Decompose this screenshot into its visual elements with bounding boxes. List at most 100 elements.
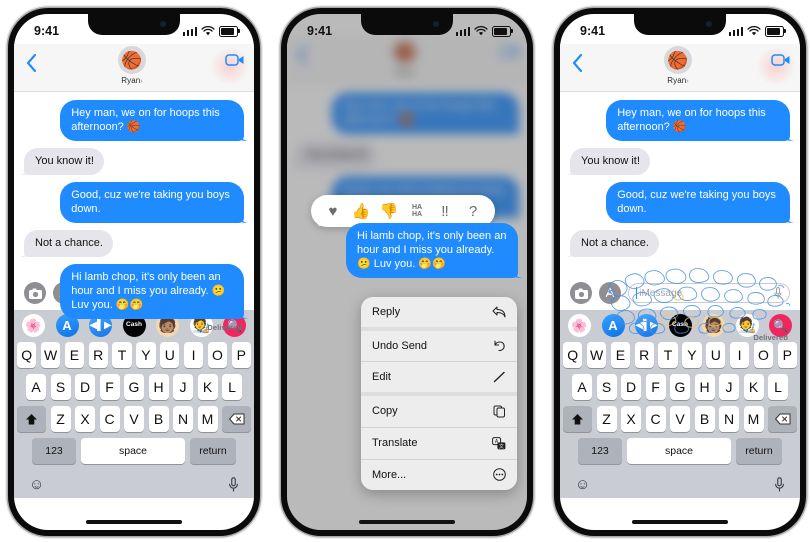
message-bubble-incoming[interactable]: Not a chance. [24, 230, 113, 257]
key-m[interactable]: M [197, 406, 218, 432]
message-row[interactable]: You know it! [24, 148, 244, 175]
context-menu-item-translate[interactable]: Translate A文 [361, 428, 517, 459]
key-d[interactable]: D [621, 374, 641, 400]
key-y[interactable]: Y [136, 342, 156, 368]
message-bubble-incoming[interactable]: You know it! [570, 148, 650, 175]
key-z[interactable]: Z [50, 406, 71, 432]
tapback-thumbs-down[interactable]: 👎 [375, 200, 403, 222]
camera-button[interactable] [570, 282, 592, 304]
key-u[interactable]: U [706, 342, 726, 368]
message-row[interactable]: Not a chance. [24, 230, 244, 257]
message-row[interactable]: Good, cuz we're taking you boys down. [24, 182, 244, 223]
context-menu-item-copy[interactable]: Copy [361, 396, 517, 427]
key-p[interactable]: P [777, 342, 797, 368]
key-a[interactable]: A [572, 374, 592, 400]
key-j[interactable]: J [173, 374, 193, 400]
key-w[interactable]: W [586, 342, 607, 368]
key-d[interactable]: D [75, 374, 95, 400]
key-z[interactable]: Z [596, 406, 617, 432]
key-o[interactable]: O [753, 342, 774, 368]
message-bubble-outgoing[interactable]: Hi lamb chop, it's only been an hour and… [346, 223, 518, 278]
context-menu-item-more[interactable]: More... [361, 459, 517, 490]
key-i[interactable]: I [183, 342, 204, 368]
tapback-thumbs-up[interactable]: 👍 [347, 200, 375, 222]
microphone-icon[interactable] [228, 476, 239, 492]
key-s[interactable]: S [50, 374, 71, 400]
key-b[interactable]: B [148, 406, 169, 432]
microphone-icon[interactable] [774, 476, 785, 492]
backspace-key[interactable] [222, 406, 251, 432]
key-o[interactable]: O [207, 342, 228, 368]
contact-header[interactable]: 🏀 Ryan› [594, 46, 762, 85]
key-q[interactable]: Q [17, 342, 37, 368]
context-menu-item-edit[interactable]: Edit [361, 362, 517, 392]
key-k[interactable]: K [743, 374, 764, 400]
key-x[interactable]: X [75, 406, 95, 432]
numbers-key[interactable]: 123 [32, 438, 76, 464]
key-v[interactable]: V [670, 406, 690, 432]
facetime-button[interactable] [208, 46, 254, 84]
focused-message[interactable]: Hi lamb chop, it's only been an hour and… [346, 223, 518, 278]
message-bubble-incoming[interactable]: You know it! [24, 148, 104, 175]
message-row[interactable]: You know it! [570, 148, 790, 175]
key-i[interactable]: I [729, 342, 750, 368]
key-b[interactable]: B [694, 406, 715, 432]
back-button[interactable] [14, 46, 48, 72]
key-t[interactable]: T [658, 342, 678, 368]
facetime-button[interactable] [754, 46, 800, 84]
space-key[interactable]: space [81, 438, 185, 464]
tapback-question[interactable]: ? [459, 200, 487, 222]
shift-key[interactable] [563, 406, 592, 432]
key-e[interactable]: E [610, 342, 631, 368]
key-r[interactable]: R [88, 342, 108, 368]
key-w[interactable]: W [40, 342, 61, 368]
key-l[interactable]: L [768, 374, 788, 400]
key-c[interactable]: C [99, 406, 120, 432]
return-key[interactable]: return [736, 438, 782, 464]
back-button[interactable] [560, 46, 594, 72]
key-m[interactable]: M [743, 406, 764, 432]
backspace-key[interactable] [768, 406, 797, 432]
key-j[interactable]: J [719, 374, 739, 400]
key-h[interactable]: H [148, 374, 169, 400]
key-f[interactable]: F [645, 374, 666, 400]
key-q[interactable]: Q [563, 342, 583, 368]
key-f[interactable]: F [99, 374, 120, 400]
shift-key[interactable] [17, 406, 46, 432]
key-t[interactable]: T [112, 342, 132, 368]
emoji-smiley-icon[interactable]: ☺ [575, 477, 590, 492]
key-a[interactable]: A [26, 374, 46, 400]
key-g[interactable]: G [670, 374, 690, 400]
message-bubble-outgoing[interactable]: Good, cuz we're taking you boys down. [60, 182, 244, 223]
key-g[interactable]: G [124, 374, 144, 400]
emoji-smiley-icon[interactable]: ☺ [29, 477, 44, 492]
key-y[interactable]: Y [682, 342, 702, 368]
key-u[interactable]: U [160, 342, 180, 368]
key-c[interactable]: C [645, 406, 666, 432]
key-h[interactable]: H [694, 374, 715, 400]
message-bubble-incoming[interactable]: Not a chance. [570, 230, 659, 257]
message-row[interactable]: Hi lamb chop, it's only been an hour and… [24, 264, 244, 319]
tapback-haha[interactable]: HA HA [403, 200, 431, 222]
context-menu-item-undo-send[interactable]: Undo Send [361, 331, 517, 361]
message-row[interactable]: Hey man, we on for hoops this afternoon?… [24, 100, 244, 141]
message-bubble-outgoing[interactable]: Hey man, we on for hoops this afternoon?… [60, 100, 244, 141]
context-menu-item-reply[interactable]: Reply [361, 297, 517, 327]
tapback-exclamation[interactable]: ‼ [431, 200, 459, 222]
key-s[interactable]: S [596, 374, 617, 400]
key-x[interactable]: X [621, 406, 641, 432]
space-key[interactable]: space [627, 438, 731, 464]
return-key[interactable]: return [190, 438, 236, 464]
contact-header[interactable]: 🏀 Ryan› [48, 46, 216, 85]
message-bubble-outgoing[interactable]: Hi lamb chop, it's only been an hour and… [60, 264, 244, 319]
message-bubble-outgoing[interactable]: Good, cuz we're taking you boys down. [606, 182, 790, 223]
key-l[interactable]: L [222, 374, 242, 400]
message-row[interactable]: Good, cuz we're taking you boys down. [570, 182, 790, 223]
message-bubble-outgoing[interactable]: Hey man, we on for hoops this afternoon?… [606, 100, 790, 141]
message-row[interactable]: Not a chance. [570, 230, 790, 257]
key-n[interactable]: N [719, 406, 739, 432]
numbers-key[interactable]: 123 [578, 438, 622, 464]
message-row[interactable]: Hey man, we on for hoops this afternoon?… [570, 100, 790, 141]
key-v[interactable]: V [124, 406, 144, 432]
key-e[interactable]: E [64, 342, 85, 368]
